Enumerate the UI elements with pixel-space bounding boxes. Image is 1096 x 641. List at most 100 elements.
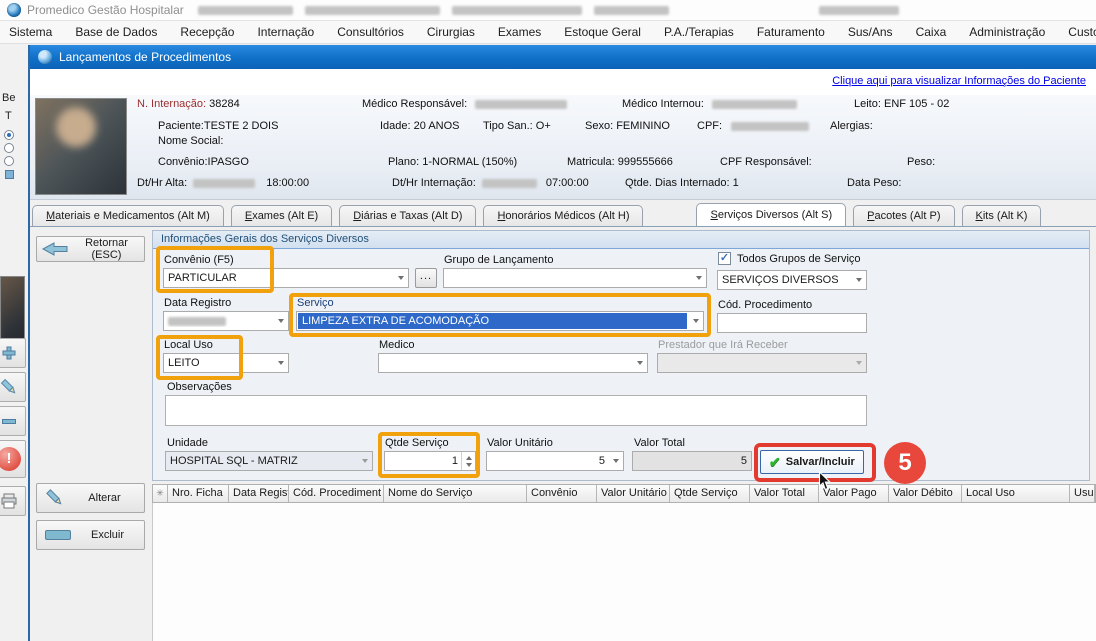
grid-column-header[interactable]: Valor Total — [750, 485, 819, 502]
retornar-button[interactable]: Retornar (ESC) — [36, 236, 145, 262]
tab[interactable]: Exames (Alt E) — [231, 205, 332, 226]
field-data-peso: Data Peso: — [847, 177, 901, 189]
convenio-combobox[interactable]: PARTICULAR — [163, 268, 409, 288]
menu-item[interactable]: Recepção — [180, 25, 234, 39]
chevron-down-icon[interactable] — [358, 452, 372, 470]
radio-button[interactable] — [4, 143, 14, 153]
add-button[interactable] — [0, 338, 26, 368]
qtde-servico-value: 1 — [385, 452, 461, 470]
unidade-value: HOSPITAL SQL - MATRIZ — [166, 455, 358, 467]
data-registro-combobox[interactable] — [163, 311, 289, 331]
prestador-label: Prestador que Irá Receber — [658, 339, 788, 351]
qtde-servico-stepper[interactable]: 1 — [384, 451, 476, 471]
chevron-down-icon[interactable] — [692, 269, 706, 287]
tab[interactable]: Kits (Alt K) — [962, 205, 1042, 226]
window-titlebar[interactable]: Lançamentos de Procedimentos — [30, 45, 1096, 69]
grid-column-header[interactable]: Qtde Serviço — [670, 485, 750, 502]
menu-item[interactable]: P.A./Terapias — [664, 25, 734, 39]
excluir-button[interactable]: Excluir — [36, 520, 145, 550]
field-value: 1-NORMAL (150%) — [422, 156, 517, 168]
alert-button[interactable]: ! — [0, 440, 26, 478]
chevron-up-icon — [466, 456, 472, 460]
tab[interactable]: Honorários Médicos (Alt H) — [483, 205, 643, 226]
valor-total-label: Valor Total — [634, 437, 685, 449]
field-idade: Idade: 20 ANOS — [380, 120, 460, 132]
field-peso: Peso: — [907, 156, 935, 168]
menu-item[interactable]: Caixa — [916, 25, 947, 39]
menu-item[interactable]: Cirurgias — [427, 25, 475, 39]
grupo-lancamento-combobox[interactable] — [443, 268, 707, 288]
menu-item[interactable]: Sistema — [9, 25, 52, 39]
menu-item[interactable]: Estoque Geral — [564, 25, 641, 39]
pencil-icon — [0, 378, 18, 396]
salvar-incluir-button[interactable]: ✔ Salvar/Incluir — [760, 450, 864, 474]
chevron-down-icon — [466, 463, 472, 467]
grid-corner-icon[interactable]: ✳ — [152, 485, 168, 502]
grid-column-header[interactable]: Valor Débito — [889, 485, 962, 502]
valor-unitario-combobox[interactable]: 5 — [486, 451, 624, 471]
menu-item[interactable]: Exames — [498, 25, 541, 39]
unidade-combobox[interactable]: HOSPITAL SQL - MATRIZ — [165, 451, 373, 471]
grid-column-header[interactable]: Usuár — [1070, 485, 1095, 502]
tab-label: Materiais e Medicamentos (Alt M) — [46, 210, 210, 222]
menu-item[interactable]: Custo — [1068, 25, 1096, 39]
grid-column-header[interactable]: Cód. Procediment — [289, 485, 384, 502]
local-uso-combobox[interactable]: LEITO — [163, 353, 289, 373]
field-value: 20 ANOS — [414, 120, 460, 132]
tab[interactable]: Serviços Diversos (Alt S) — [696, 203, 846, 226]
chevron-down-icon[interactable] — [609, 452, 623, 470]
alterar-button[interactable]: Alterar — [36, 483, 145, 513]
local-uso-value: LEITO — [164, 357, 274, 369]
grid-column-header[interactable]: Nome do Serviço — [384, 485, 527, 502]
check-icon: ✔ — [769, 454, 781, 471]
chevron-down-icon[interactable] — [274, 312, 288, 330]
mouse-cursor-icon — [818, 471, 832, 491]
app-titlebar: Promedico Gestão Hospitalar — [0, 0, 1096, 21]
field-label: Convênio: — [158, 156, 208, 168]
field-label: Sexo: — [585, 120, 613, 132]
tab[interactable]: Materiais e Medicamentos (Alt M) — [32, 205, 224, 226]
grupo-servico-combobox[interactable]: SERVIÇOS DIVERSOS — [717, 270, 867, 290]
menu-item[interactable]: Internação — [257, 25, 314, 39]
chevron-down-icon[interactable] — [633, 354, 647, 372]
tab-strip: Materiais e Medicamentos (Alt M) Exames … — [32, 203, 1096, 226]
cod-procedimento-input[interactable] — [717, 313, 867, 333]
convenio-value: PARTICULAR — [164, 272, 394, 284]
chevron-down-icon[interactable] — [394, 269, 408, 287]
tab-label: Honorários Médicos (Alt H) — [497, 210, 629, 222]
convenio-browse-button[interactable]: ... — [415, 268, 437, 288]
menu-item[interactable]: Administração — [969, 25, 1045, 39]
observacoes-input[interactable] — [165, 395, 867, 426]
results-grid-body[interactable] — [152, 503, 1096, 641]
menu-item[interactable]: Consultórios — [337, 25, 404, 39]
grid-column-header[interactable]: Local Uso — [962, 485, 1070, 502]
patient-info-link[interactable]: Clique aqui para visualizar Informações … — [832, 75, 1086, 87]
radio-button[interactable] — [4, 130, 14, 140]
menu-item[interactable]: Base de Dados — [75, 25, 157, 39]
tab[interactable]: Pacotes (Alt P) — [853, 205, 954, 226]
remove-button[interactable] — [0, 406, 26, 436]
chevron-down-icon[interactable] — [274, 354, 288, 372]
edit-button[interactable] — [0, 372, 26, 402]
menu-item[interactable]: Faturamento — [757, 25, 825, 39]
grid-column-header[interactable]: Valor Unitário — [597, 485, 670, 502]
todos-grupos-checkbox[interactable]: ✓ — [718, 252, 731, 265]
radio-button[interactable] — [4, 156, 14, 166]
medico-combobox[interactable] — [378, 353, 648, 373]
minus-icon — [45, 530, 71, 540]
background-swatch — [5, 170, 14, 179]
chevron-down-icon[interactable] — [689, 312, 703, 330]
valor-total-value: 5 — [637, 455, 747, 467]
field-paciente: Paciente:TESTE 2 DOIS — [158, 120, 278, 132]
tab[interactable]: Diárias e Taxas (Alt D) — [339, 205, 476, 226]
grid-column-header[interactable]: Convênio — [527, 485, 597, 502]
screen: Promedico Gestão Hospitalar Sistema Base … — [0, 0, 1096, 641]
print-button[interactable] — [0, 486, 26, 516]
grid-column-header[interactable]: Data Regist — [229, 485, 289, 502]
chevron-down-icon[interactable] — [852, 271, 866, 289]
grid-column-header[interactable]: Nro. Ficha — [168, 485, 229, 502]
servico-combobox[interactable]: LIMPEZA EXTRA DE ACOMODAÇÃO — [296, 311, 704, 331]
stepper-arrows[interactable] — [461, 452, 475, 470]
menu-item[interactable]: Sus/Ans — [848, 25, 893, 39]
grupo-servico-value: SERVIÇOS DIVERSOS — [718, 274, 852, 286]
